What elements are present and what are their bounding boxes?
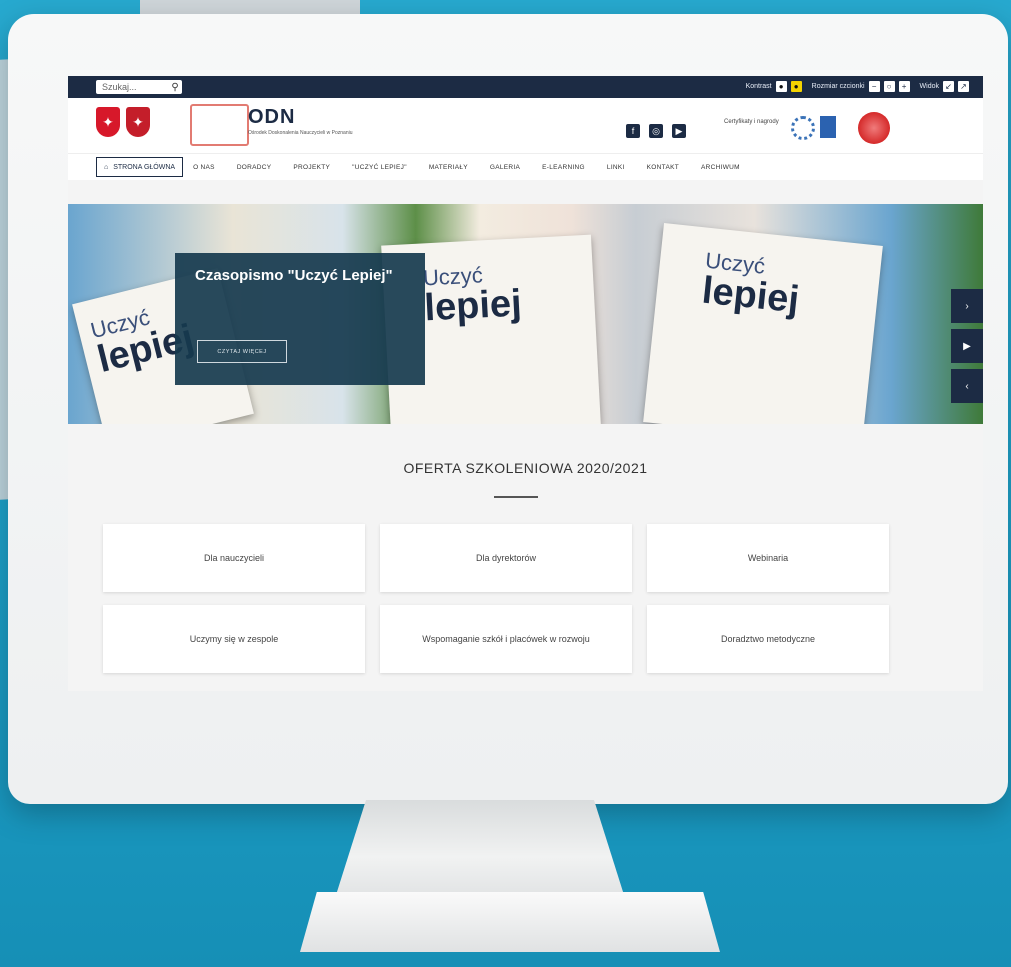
award-seal-icon[interactable] bbox=[791, 116, 815, 140]
play-icon[interactable]: ▶ bbox=[951, 329, 983, 363]
offer-cards: Dla nauczycieli Dla dyrektorów Webinaria… bbox=[103, 524, 918, 673]
width-label: Widok bbox=[919, 83, 939, 90]
search-placeholder: Szukaj... bbox=[102, 82, 137, 92]
magazine-word2: lepiej bbox=[700, 269, 802, 322]
offer-card-school-support[interactable]: Wspomaganie szkół i placówek w rozwoju bbox=[380, 605, 632, 673]
search-icon[interactable]: ⚲ bbox=[168, 82, 182, 93]
instagram-icon[interactable]: ◎ bbox=[649, 124, 663, 138]
next-arrow-icon[interactable]: › bbox=[951, 289, 983, 323]
home-icon: ⌂ bbox=[104, 163, 109, 171]
hero-slider: Uczyć lepiej Uczyć lepiej Uczyć lepiej C… bbox=[68, 204, 983, 424]
font-size-label: Rozmiar czcionki bbox=[811, 83, 865, 90]
contrast-high-button[interactable]: ● bbox=[790, 81, 802, 92]
poland-emblem-icon: ✦ bbox=[96, 107, 120, 137]
font-reset-button[interactable]: ○ bbox=[883, 81, 895, 92]
prev-arrow-icon[interactable]: ‹ bbox=[951, 369, 983, 403]
nav-item-galeria[interactable]: GALERIA bbox=[490, 164, 520, 171]
monitor-frame: Szukaj... ⚲ Kontrast ● ● Rozmiar czcionk… bbox=[8, 14, 1008, 804]
youtube-icon[interactable]: ▶ bbox=[672, 124, 686, 138]
facebook-icon[interactable]: f bbox=[626, 124, 640, 138]
monitor-stand-base bbox=[300, 892, 720, 952]
offer-card-directors[interactable]: Dla dyrektorów bbox=[380, 524, 632, 592]
nav-item-projekty[interactable]: PROJEKTY bbox=[293, 164, 330, 171]
slider-controls: › ▶ ‹ bbox=[951, 289, 983, 403]
width-narrow-button[interactable]: ↙ bbox=[943, 81, 954, 92]
monitor-stand-neck bbox=[336, 800, 624, 895]
odn-logo-icon[interactable] bbox=[190, 104, 249, 146]
brand-name[interactable]: ODN bbox=[248, 106, 295, 129]
contrast-label: Kontrast bbox=[745, 83, 772, 90]
nav-item-archiwum[interactable]: ARCHIWUM bbox=[701, 164, 740, 171]
nav-item-o-nas[interactable]: O NAS bbox=[193, 164, 215, 171]
offer-title: OFERTA SZKOLENIOWA 2020/2021 bbox=[403, 460, 648, 476]
font-decrease-button[interactable]: − bbox=[868, 81, 880, 92]
hero-title: Czasopismo "Uczyć Lepiej" bbox=[195, 267, 393, 284]
eu-flag-icon[interactable] bbox=[820, 116, 836, 138]
offer-card-webinars[interactable]: Webinaria bbox=[647, 524, 889, 592]
width-wide-button[interactable]: ↗ bbox=[958, 81, 969, 92]
title-divider bbox=[494, 496, 538, 498]
nav-item-kontakt[interactable]: KONTAKT bbox=[647, 164, 679, 171]
region-emblem-icon: ✦ bbox=[126, 107, 150, 137]
font-increase-button[interactable]: + bbox=[898, 81, 910, 92]
search-input[interactable]: Szukaj... ⚲ bbox=[96, 80, 182, 94]
nav-home[interactable]: ⌂ STRONA GŁÓWNA bbox=[96, 157, 184, 177]
accessibility-bar: Kontrast ● ● Rozmiar czcionki − ○ + Wido… bbox=[746, 81, 969, 92]
magazine-cover: Uczyć lepiej bbox=[643, 223, 883, 424]
brand-subtitle: Ośrodek Doskonalenia Nauczycieli w Pozna… bbox=[248, 130, 353, 136]
nav-item-doradcy[interactable]: DORADCY bbox=[237, 164, 272, 171]
nav-item-linki[interactable]: LINKI bbox=[607, 164, 625, 171]
main-nav: ⌂ STRONA GŁÓWNA O NAS DORADCY PROJEKTY "… bbox=[68, 153, 983, 180]
magazine-title: Uczyć lepiej bbox=[700, 248, 803, 322]
certs-link[interactable]: Certyfikaty i nagrody bbox=[724, 118, 779, 126]
magazine-title: Uczyć lepiej bbox=[422, 260, 523, 330]
offer-card-methodical-advice[interactable]: Doradztwo metodyczne bbox=[647, 605, 889, 673]
top-bar: Szukaj... ⚲ Kontrast ● ● Rozmiar czcionk… bbox=[68, 76, 983, 98]
offer-card-team-learning[interactable]: Uczymy się w zespole bbox=[103, 605, 365, 673]
nav-item-uczyc-lepiej[interactable]: "UCZYĆ LEPIEJ" bbox=[352, 164, 407, 171]
social-links: f ◎ ▶ bbox=[626, 124, 686, 138]
nav-home-label: STRONA GŁÓWNA bbox=[113, 163, 176, 171]
nav-item-materialy[interactable]: MATERIAŁY bbox=[429, 164, 468, 171]
offer-card-teachers[interactable]: Dla nauczycieli bbox=[103, 524, 365, 592]
magazine-word2: lepiej bbox=[423, 282, 523, 330]
website-screen: Szukaj... ⚲ Kontrast ● ● Rozmiar czcionk… bbox=[68, 76, 983, 691]
contrast-normal-button[interactable]: ● bbox=[775, 81, 787, 92]
nav-item-e-learning[interactable]: E-LEARNING bbox=[542, 164, 585, 171]
read-more-button[interactable]: CZYTAJ WIĘCEJ bbox=[197, 340, 287, 363]
quality-badge-icon[interactable] bbox=[858, 112, 890, 144]
hero-caption: Czasopismo "Uczyć Lepiej" CZYTAJ WIĘCEJ bbox=[175, 253, 425, 385]
site-header: ✦ ✦ ODN Ośrodek Doskonalenia Nauczycieli… bbox=[68, 98, 983, 153]
